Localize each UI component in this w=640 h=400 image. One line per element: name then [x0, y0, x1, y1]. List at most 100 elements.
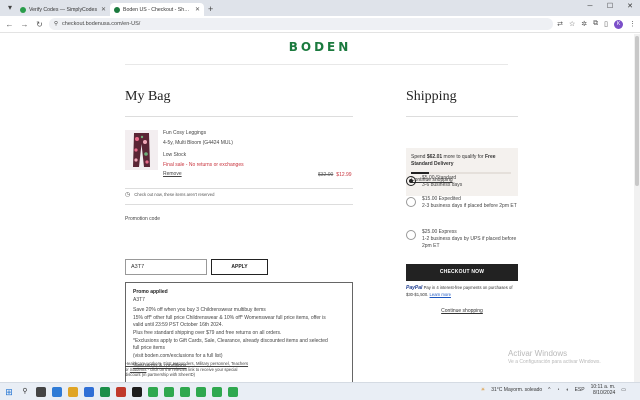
continue-shopping-link-bottom[interactable]: Continue shopping — [406, 308, 518, 314]
volume-icon[interactable]: ◖ — [566, 387, 569, 393]
windows-activation-subtext: Ve a Configuración para activar Windows. — [508, 359, 601, 365]
language-indicator[interactable]: ESP — [575, 387, 585, 393]
option-desc: 3-6 business days — [422, 182, 463, 188]
reload-icon[interactable]: ↻ — [34, 20, 45, 29]
promo-applied-title: Promo applied — [133, 289, 168, 295]
shipping-option-express[interactable]: $25.00 Express 1-2 business days by UPS i… — [406, 229, 526, 250]
windows-start-icon[interactable]: ⊞ — [4, 387, 14, 397]
weather-text[interactable]: 31°C Mayorm. soleado — [491, 387, 542, 393]
extension-icon[interactable]: ✲ — [581, 20, 587, 28]
file-explorer-icon[interactable] — [68, 386, 78, 397]
promo-line: Save 20% off when you buy 3 Childrenswea… — [133, 307, 266, 314]
window-controls: ─ ☐ ✕ — [580, 0, 640, 14]
extension-puzzle-icon[interactable]: ⧉ — [593, 20, 598, 28]
search-icon[interactable]: ⚲ — [20, 387, 30, 397]
chrome-icon[interactable] — [228, 386, 238, 397]
browser-tab-strip: ▾ Verify Codes — SimplyCodes ✕ Boden US … — [0, 0, 640, 16]
edge-icon[interactable] — [52, 386, 62, 397]
free-delivery-message: Spend $62.01 more to qualify for Free St… — [411, 154, 513, 168]
close-tab-icon[interactable]: ✕ — [195, 6, 200, 13]
paypal-logo: PayPal — [406, 285, 423, 291]
browser-tab-verify-codes[interactable]: Verify Codes — SimplyCodes ✕ — [16, 3, 110, 16]
back-arrow-icon[interactable]: ← — [4, 20, 15, 29]
item-divider — [125, 188, 353, 189]
promo-code-label: Promotion code — [125, 216, 161, 222]
site-info-icon[interactable]: ⚲ — [54, 21, 58, 27]
product-variant: 4-5y, Multi Bloom (G4424 MUL) — [163, 140, 233, 146]
price-block: $32.00 $12.99 — [318, 172, 352, 178]
new-tab-button[interactable]: + — [208, 4, 213, 14]
profile-avatar[interactable]: K — [614, 19, 623, 29]
clock-date: 8/10/2024 — [593, 390, 616, 396]
note-text: - click on the relevant link to receive … — [146, 366, 238, 372]
app-icon[interactable] — [116, 386, 126, 397]
radio-unselected[interactable] — [406, 230, 416, 240]
promo-line: *Exclusions apply to Gift Cards, Sale, C… — [133, 337, 328, 344]
maximize-icon[interactable]: ☐ — [600, 0, 620, 14]
shipping-option-standard[interactable]: $5.00 Standard 3-6 business days — [406, 175, 526, 189]
forward-arrow-icon[interactable]: → — [19, 20, 30, 29]
tab-title: Boden US - Checkout - Shoppi — [123, 6, 192, 13]
banner-text: more to qualify for — [442, 154, 485, 160]
chrome-icon[interactable] — [180, 386, 190, 397]
option-price: $25.00 Express — [422, 229, 457, 235]
close-window-icon[interactable]: ✕ — [620, 0, 640, 14]
option-price: $15.00 Expedited — [422, 196, 461, 202]
translate-icon[interactable]: ⇄ — [557, 20, 563, 28]
chrome-icon[interactable] — [148, 386, 158, 397]
bag-divider — [125, 116, 353, 117]
close-tab-icon[interactable]: ✕ — [101, 6, 106, 13]
browser-tab-boden-checkout[interactable]: Boden US - Checkout - Shoppi ✕ — [110, 3, 204, 16]
tab-title: Verify Codes — SimplyCodes — [29, 6, 98, 13]
option-desc: 1-2 business days by UPS if placed befor… — [422, 236, 517, 249]
chrome-icon[interactable] — [164, 386, 174, 397]
system-tray: ☀ 31°C Mayorm. soleado ^ ◔ ◖ ESP 10:11 a… — [481, 384, 626, 396]
clock[interactable]: 10:11 a. m. 8/10/2024 — [591, 384, 616, 396]
menu-kebab-icon[interactable]: ⋮ — [629, 20, 636, 28]
product-image[interactable] — [125, 130, 158, 170]
checkout-now-button[interactable]: CHECKOUT NOW — [406, 264, 518, 281]
promo-line: full price items — [133, 345, 165, 352]
weather-icon[interactable]: ☀ — [481, 387, 485, 393]
tab-actions-icon[interactable]: ▾ — [4, 2, 16, 14]
tray-chevron-icon[interactable]: ^ — [548, 387, 550, 393]
header-divider — [125, 64, 508, 65]
network-icon[interactable]: ◔ — [557, 387, 560, 393]
url-text[interactable]: checkout.bodenusa.com/en-US/ — [62, 21, 140, 27]
product-details: Fun Cosy Leggings 4-5y, Multi Bloom (G44… — [163, 130, 343, 177]
address-bar[interactable]: ⚲ checkout.bodenusa.com/en-US/ — [49, 18, 554, 30]
boden-logo[interactable]: BODEN — [0, 40, 640, 54]
product-name[interactable]: Fun Cosy Leggings — [163, 130, 343, 136]
apply-promo-button[interactable]: APPLY — [211, 259, 268, 275]
shipping-divider — [406, 116, 518, 117]
shipping-option-expedited[interactable]: $15.00 Expedited 2-3 business days if pla… — [406, 196, 526, 210]
option-price: $5.00 Standard — [422, 175, 457, 181]
chrome-icon[interactable] — [212, 386, 222, 397]
chrome-icon[interactable] — [196, 386, 206, 397]
discount-programs-note: Healthcare workers, First responders, Mi… — [125, 361, 305, 378]
app-icon[interactable] — [132, 386, 142, 397]
leggings-image-icon — [133, 133, 150, 167]
reserve-note: ◷ Check out now, these items aren't rese… — [125, 191, 214, 198]
sidebar-icon[interactable]: ▯ — [604, 20, 608, 28]
minimize-icon[interactable]: ─ — [580, 0, 600, 14]
promo-code-input[interactable]: A3T7 — [125, 259, 207, 275]
promo-line: Plus free standard shipping over $79 and… — [133, 329, 282, 336]
simplycodes-favicon-icon — [20, 6, 26, 13]
delivery-progress-bar — [411, 172, 511, 174]
students-link[interactable]: Students — [130, 367, 147, 372]
task-view-icon[interactable] — [36, 386, 46, 397]
notifications-icon[interactable]: ▭ — [621, 387, 626, 393]
store-icon[interactable] — [84, 386, 94, 397]
original-price: $32.00 — [318, 172, 334, 178]
radio-selected[interactable] — [406, 176, 416, 186]
scrollbar-thumb[interactable] — [635, 36, 639, 186]
reserve-divider — [125, 204, 353, 205]
bookmark-star-icon[interactable]: ☆ — [569, 20, 575, 28]
radio-unselected[interactable] — [406, 197, 416, 207]
paypal-learn-more-link[interactable]: Learn more — [430, 292, 451, 297]
remove-item-link[interactable]: Remove — [163, 171, 343, 177]
my-bag-heading: My Bag — [125, 89, 171, 104]
app-icon[interactable] — [100, 386, 110, 397]
boden-favicon-icon — [114, 6, 120, 13]
